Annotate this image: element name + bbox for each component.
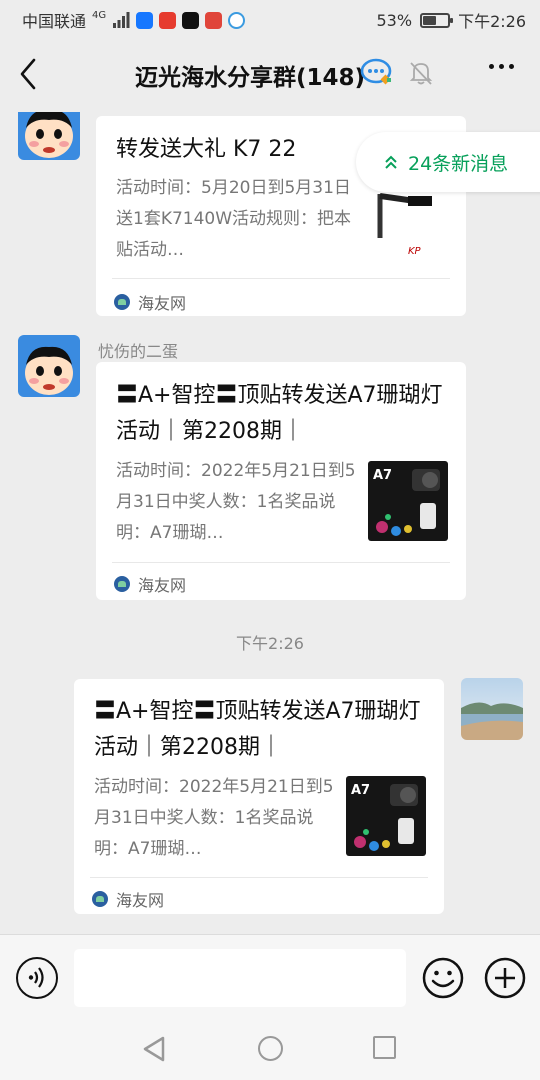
more-functions-button[interactable] — [484, 957, 526, 999]
nav-back-button[interactable] — [142, 1036, 166, 1066]
more-dots-icon — [499, 64, 504, 69]
emoji-button[interactable] — [422, 957, 464, 999]
avatar[interactable] — [18, 335, 80, 397]
card-description: 活动时间：2022年5月21日到5月31日中奖人数：1名奖品说明：A7珊瑚… — [94, 777, 334, 859]
network-label: 4G — [92, 10, 107, 21]
message-timestamp: 下午2:26 — [236, 634, 304, 653]
thumb-a7-label: A7 — [351, 783, 370, 798]
avatar-image — [18, 335, 80, 397]
nav-home-button[interactable] — [258, 1036, 283, 1061]
card-title: 〓A+智控〓顶贴转发送A7珊瑚灯活动｜第2208期｜ — [116, 383, 443, 444]
plus-icon — [484, 957, 526, 999]
avatar-image — [461, 678, 523, 740]
app-notification-icon — [205, 11, 223, 29]
battery-icon — [420, 12, 454, 28]
card-source: 海友网 — [114, 572, 186, 596]
card-description: 活动时间：5月20日到5月31日送1套K7140W活动规则：把本贴活动… — [116, 178, 352, 260]
new-messages-label: 24条新消息 — [408, 152, 509, 175]
thumb-a7-label: A7 — [373, 468, 392, 483]
card-divider — [112, 562, 450, 563]
chat-header: 迈光海水分享群(148) — [0, 36, 540, 112]
status-left: 中国联通 4G — [22, 8, 246, 32]
signal-icon — [113, 12, 130, 28]
card-divider — [90, 877, 428, 878]
title-icons — [360, 58, 434, 88]
app-notification-icon — [159, 11, 177, 29]
card-thumbnail: A7 — [346, 776, 426, 856]
new-messages-button[interactable]: 24条新消息 — [356, 132, 540, 192]
card-divider — [112, 278, 450, 279]
app-notification-icon — [182, 11, 200, 29]
source-logo-icon — [114, 294, 130, 310]
app-notification-icon — [228, 11, 246, 29]
clock: 下午2:26 — [458, 12, 526, 31]
card-source: 海友网 — [114, 290, 186, 314]
link-card[interactable]: 〓A+智控〓顶贴转发送A7珊瑚灯活动｜第2208期｜ 活动时间：2022年5月2… — [96, 362, 466, 600]
bell-muted-icon — [409, 62, 433, 85]
source-logo-icon — [114, 576, 130, 592]
battery-percent: 53% — [376, 10, 413, 30]
card-description: 活动时间：2022年5月21日到5月31日中奖人数：1名奖品说明：A7珊瑚… — [116, 461, 356, 543]
more-options-button[interactable] — [489, 64, 514, 69]
voice-button[interactable] — [16, 957, 58, 999]
chat-area[interactable]: 转发送大礼 K7 22 活动时间：5月20日到5月31日送1套K7140W活动规… — [0, 112, 540, 934]
card-source-label: 海友网 — [116, 891, 165, 910]
message-input[interactable] — [74, 949, 406, 1007]
battery-level — [423, 15, 436, 25]
carrier-label: 中国联通 — [22, 12, 87, 31]
app-notification-icon — [136, 11, 154, 29]
more-dots-icon — [509, 64, 514, 69]
triangle-back-icon — [143, 1036, 165, 1062]
avatar-image — [18, 112, 80, 160]
card-source: 海友网 — [92, 887, 164, 911]
more-dots-icon — [489, 64, 494, 69]
input-bar — [0, 934, 540, 1020]
sender-name: 忧伤的二蛋 — [98, 342, 179, 361]
card-source-label: 海友网 — [138, 294, 187, 313]
chat-title: 迈光海水分享群(148) — [134, 65, 366, 91]
smile-icon — [422, 957, 464, 999]
card-thumbnail: A7 — [368, 461, 448, 541]
thumb-brand-label: KP — [408, 246, 422, 257]
voice-icon — [28, 967, 44, 988]
avatar[interactable] — [18, 112, 80, 160]
card-thumbnail: KP — [364, 186, 444, 266]
status-right: 53% 下午2:26 — [377, 8, 527, 32]
double-chevron-up-icon — [385, 155, 397, 169]
card-source-label: 海友网 — [138, 576, 187, 595]
chat-bubble-icon — [360, 58, 392, 85]
nav-recents-button[interactable] — [373, 1036, 396, 1059]
source-logo-icon — [92, 891, 108, 907]
system-navigation-bar — [0, 1020, 540, 1080]
avatar[interactable] — [461, 678, 523, 740]
status-bar: 中国联通 4G 53% 下午2:26 — [0, 0, 540, 36]
card-title: 〓A+智控〓顶贴转发送A7珊瑚灯活动｜第2208期｜ — [94, 699, 421, 760]
link-card[interactable]: 〓A+智控〓顶贴转发送A7珊瑚灯活动｜第2208期｜ 活动时间：2022年5月2… — [74, 679, 444, 914]
